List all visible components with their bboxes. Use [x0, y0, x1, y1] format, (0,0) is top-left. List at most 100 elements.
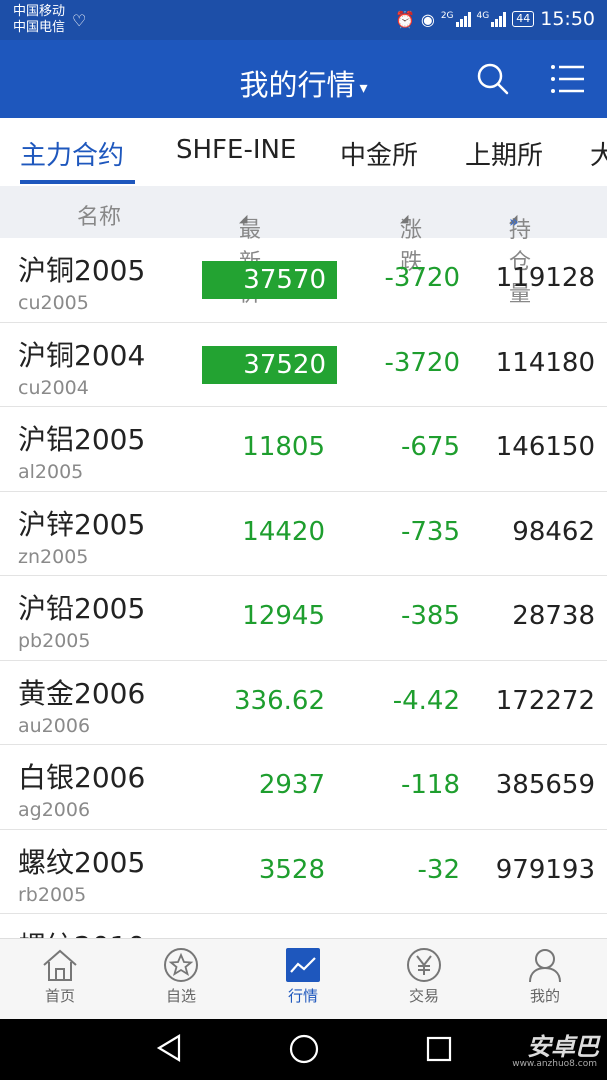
home-system-button[interactable] [288, 1033, 320, 1069]
open-interest: 98462 [512, 516, 595, 547]
market-selector[interactable]: 我的行情 ▾ [0, 62, 607, 104]
nav-label: 自选 [165, 987, 196, 1005]
latest-price: 336.62 [234, 685, 325, 716]
contract-code: rb2005 [18, 883, 87, 906]
latest-price: 37570 [202, 261, 337, 299]
carrier-1: 中国移动 [13, 4, 66, 19]
latest-price: 11805 [242, 432, 325, 462]
tab-dce[interactable]: 大 [590, 135, 607, 172]
column-header: 名称 最新价◢ 涨跌◢ 持仓量◢» [0, 186, 607, 307]
bottom-nav: 首页 自选 行情 交易 我的 [0, 938, 607, 1019]
nav-watchlist[interactable]: 自选 [136, 947, 226, 1006]
tab-shfe[interactable]: 上期所 [465, 135, 543, 172]
contract-name: 螺纹2005 [18, 845, 146, 879]
table-row[interactable]: 螺纹2010 [0, 914, 607, 938]
alarm-icon: ⏰ [394, 9, 415, 29]
latest-price: 14420 [242, 516, 325, 547]
more-columns-icon[interactable]: » [509, 212, 519, 231]
carrier-info: 中国移动 中国电信 [13, 4, 65, 36]
chart-icon [286, 948, 320, 982]
price-change: -32 [417, 854, 460, 885]
eye-icon: ◉ [420, 9, 435, 29]
battery-icon: 44 [512, 11, 535, 27]
price-change: -4.42 [392, 685, 460, 716]
open-interest: 979193 [495, 854, 595, 885]
tab-main-contracts[interactable]: 主力合约 [20, 135, 124, 172]
contract-name: 沪铝2005 [18, 423, 146, 456]
search-button[interactable] [476, 62, 510, 96]
col-name: 名称 [77, 205, 122, 230]
open-interest: 172272 [495, 685, 595, 716]
back-button[interactable] [155, 1033, 183, 1067]
nav-trade[interactable]: 交易 [379, 947, 469, 1006]
contract-name: 沪铜2005 [18, 254, 146, 287]
nav-label: 首页 [44, 987, 75, 1005]
price-change: -3720 [384, 263, 460, 293]
table-row[interactable]: 白银2006 ag2006 2937 -118 385659 [0, 745, 607, 830]
contract-name: 白银2006 [18, 761, 146, 794]
app-header: 我的行情 ▾ [0, 40, 607, 118]
latest-price: 37520 [202, 345, 337, 384]
open-interest: 119128 [495, 263, 595, 293]
nav-profile[interactable]: 我的 [500, 947, 590, 1006]
back-icon [156, 1034, 181, 1062]
latest-price: 3528 [258, 854, 325, 885]
contract-code: pb2005 [18, 630, 91, 652]
contract-code: cu2005 [18, 292, 89, 314]
tab-shfe-ine[interactable]: SHFE-INE [176, 135, 296, 165]
caret-down-icon: ▾ [359, 77, 368, 97]
sort-icon: ◢ [239, 212, 248, 225]
recents-button[interactable] [426, 1036, 452, 1066]
price-change: -118 [400, 770, 460, 800]
menu-button[interactable] [550, 62, 586, 96]
contract-code: cu2004 [18, 376, 89, 399]
contract-code: au2006 [18, 714, 91, 737]
contract-name: 沪锌2005 [18, 507, 146, 541]
user-icon [529, 949, 561, 983]
contract-name: 黄金2006 [18, 676, 146, 710]
open-interest: 385659 [495, 770, 595, 800]
square-recents-icon [426, 1036, 452, 1062]
table-row[interactable]: 沪铅2005 pb2005 12945 -385 28738 [0, 576, 607, 661]
table-row[interactable]: 沪铝2005 al2005 11805 -675 146150 [0, 407, 607, 492]
table-row[interactable]: 沪铜2005 cu2005 37570 -3720 119128 [0, 238, 607, 323]
system-nav-bar: 安卓巴 www.anzhuo8.com [0, 1019, 607, 1080]
contract-code: al2005 [18, 461, 84, 483]
search-icon [477, 63, 509, 95]
contract-name: 螺纹2010 [18, 925, 145, 938]
price-change: -735 [400, 516, 460, 547]
contract-name: 沪铅2005 [18, 592, 146, 625]
list-menu-icon [551, 65, 584, 93]
nav-label: 行情 [287, 987, 318, 1005]
contract-name: 沪铜2004 [18, 338, 146, 372]
price-change: -3720 [384, 347, 460, 378]
sort-icon: ◢ [400, 212, 409, 225]
contract-code: ag2006 [18, 799, 91, 821]
latest-price: 2937 [258, 770, 325, 800]
table-row[interactable]: 螺纹2005 rb2005 3528 -32 979193 [0, 830, 607, 914]
star-icon [164, 948, 198, 982]
watermark-url: www.anzhuo8.com [512, 1059, 597, 1069]
active-tab-indicator [20, 180, 135, 184]
heartbeat-icon: ♡ [72, 11, 87, 30]
open-interest: 146150 [495, 432, 595, 462]
signal-icon-2: 4G [477, 11, 507, 27]
nav-label: 交易 [408, 987, 439, 1005]
table-row[interactable]: 沪锌2005 zn2005 14420 -735 98462 [0, 492, 607, 576]
table-row[interactable]: 黄金2006 au2006 336.62 -4.42 172272 [0, 661, 607, 745]
watermark-logo: 安卓巴 [527, 1033, 599, 1061]
page-title: 我的行情 [239, 68, 356, 102]
nav-home[interactable]: 首页 [15, 947, 105, 1006]
home-icon [43, 949, 77, 981]
quote-list[interactable]: 沪铜2005 cu2005 37570 -3720 119128 沪铜2004 … [0, 238, 607, 938]
exchange-tabs: 主力合约 SHFE-INE 中金所 上期所 大 [0, 118, 607, 186]
nav-market[interactable]: 行情 [258, 947, 348, 1006]
signal-icon: 2G [441, 11, 471, 27]
clock: 15:50 [540, 8, 595, 30]
contract-code: zn2005 [18, 545, 89, 568]
tab-cffex[interactable]: 中金所 [340, 135, 418, 172]
status-icons: ⏰ ◉ 2G 4G 44 15:50 [395, 8, 595, 30]
open-interest: 114180 [495, 347, 595, 378]
table-row[interactable]: 沪铜2004 cu2004 37520 -3720 114180 [0, 323, 607, 407]
nav-label: 我的 [529, 987, 560, 1005]
